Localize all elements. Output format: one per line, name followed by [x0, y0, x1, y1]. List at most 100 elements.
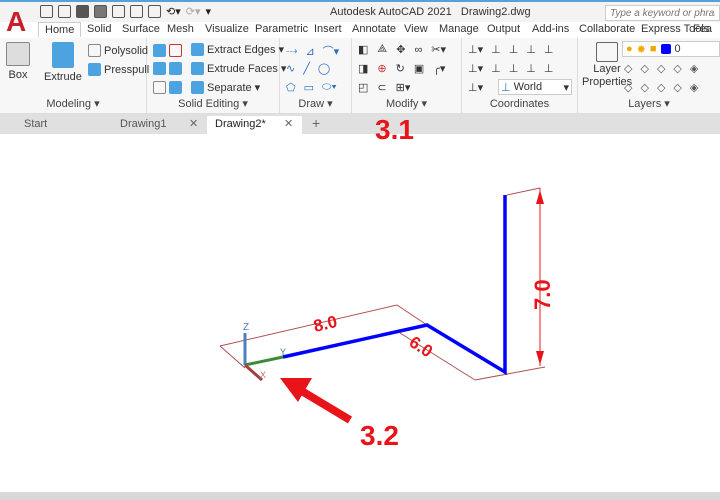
polysolid-button[interactable]: Polysolid: [88, 44, 148, 57]
new-icon[interactable]: [40, 5, 53, 18]
ucs-object-icon[interactable]: ⊥▾: [468, 62, 483, 75]
plot-icon[interactable]: [148, 5, 161, 18]
copy-icon[interactable]: ∞: [414, 44, 422, 56]
step-label-3-1: 3.1: [375, 114, 414, 145]
solid-editing-panel-label[interactable]: Solid Editing ▾: [147, 97, 279, 110]
blue-polyline[interactable]: [282, 195, 507, 376]
tab-add-ins[interactable]: Add-ins: [529, 22, 572, 36]
ucs-world-icon[interactable]: ⊥: [544, 43, 554, 56]
3d-move-icon[interactable]: ⊕: [377, 62, 386, 75]
tab-solid[interactable]: Solid: [84, 22, 114, 36]
move-icon[interactable]: ✥: [396, 43, 405, 56]
modify-panel-label[interactable]: Modify ▾: [352, 97, 461, 110]
customize-icon[interactable]: ▾: [206, 5, 212, 18]
ucs-z-icon[interactable]: ⊥: [526, 62, 536, 75]
layers-panel-label[interactable]: Layers ▾: [578, 97, 720, 110]
open-icon[interactable]: [58, 5, 71, 18]
tab-annotate[interactable]: Annotate: [349, 22, 399, 36]
layer-on-icon[interactable]: ◇: [624, 81, 632, 94]
align-icon[interactable]: ◨: [358, 62, 368, 75]
circle-icon[interactable]: ◯: [318, 62, 330, 75]
offset-icon[interactable]: ⊂: [377, 81, 386, 94]
match-layer-icon[interactable]: ◈: [690, 81, 698, 94]
modeling-panel-label[interactable]: Modeling ▾: [0, 97, 146, 110]
tab-parametric[interactable]: Parametric: [252, 22, 311, 36]
layer-off-icon[interactable]: ◇: [624, 62, 632, 75]
close-icon[interactable]: ✕: [284, 117, 293, 130]
layer-isolate-icon[interactable]: ◇: [640, 62, 648, 75]
share-icon[interactable]: [130, 5, 143, 18]
save-icon[interactable]: [76, 5, 89, 18]
scale-icon[interactable]: ▣: [414, 62, 424, 75]
union-icon[interactable]: [153, 44, 166, 57]
tab-surface[interactable]: Surface: [119, 22, 163, 36]
tab-mesh[interactable]: Mesh: [164, 22, 197, 36]
box-button[interactable]: Box: [6, 42, 30, 81]
tab-home[interactable]: Home: [38, 22, 82, 37]
ellipse-icon[interactable]: ⬭▾: [322, 81, 337, 94]
3d-rotate-icon[interactable]: ⟁: [377, 43, 387, 56]
tab-featured[interactable]: Fea: [693, 22, 712, 36]
presspull-button[interactable]: Presspull: [88, 63, 149, 76]
rectangle-icon[interactable]: ▭: [304, 81, 314, 94]
ucs-3point-icon[interactable]: ⊥: [544, 62, 554, 75]
panel-modify: ◧ ⟁ ✥ ∞ ✂▾ ◨ ⊕ ↻ ▣ ╭▾ ◰ ⊂ ⊞▾ Modify ▾: [352, 38, 462, 114]
ucs-origin-icon[interactable]: ⊥: [509, 43, 519, 56]
tab-visualize[interactable]: Visualize: [202, 22, 252, 36]
interfere-icon[interactable]: [153, 62, 166, 75]
slice-icon[interactable]: [169, 62, 182, 75]
fillet-icon[interactable]: ╭▾: [433, 62, 445, 75]
save-as-icon[interactable]: [94, 5, 107, 18]
subtract-icon[interactable]: [169, 44, 182, 57]
tab-insert[interactable]: Insert: [311, 22, 345, 36]
layer-unlock-icon[interactable]: ◇: [673, 81, 681, 94]
shell-icon[interactable]: [169, 81, 182, 94]
presspull-label: Presspull: [104, 63, 150, 76]
tab-manage[interactable]: Manage: [436, 22, 482, 36]
polygon-icon[interactable]: ⬠: [286, 81, 296, 94]
layer-thaw-icon[interactable]: ◇: [657, 81, 665, 94]
stretch-icon[interactable]: ◰: [358, 81, 368, 94]
ucs-named-icon[interactable]: ⊥: [491, 43, 501, 56]
ucs-previous-icon[interactable]: ⊥: [491, 62, 501, 75]
tab-view[interactable]: View: [401, 22, 431, 36]
array-icon[interactable]: ⊞▾: [396, 81, 411, 94]
3d-polyline-icon[interactable]: ⊿: [305, 45, 314, 58]
ucs-dropdown[interactable]: ⊥ World ▾: [498, 79, 572, 95]
extrude-button[interactable]: Extrude: [44, 42, 82, 83]
trim-icon[interactable]: ✂▾: [431, 43, 446, 56]
arc-icon[interactable]: ⌒▾: [323, 43, 340, 59]
layer-freeze-icon[interactable]: ◇: [657, 62, 665, 75]
layer-unisolate-icon[interactable]: ◇: [640, 81, 648, 94]
mirror-icon[interactable]: ◧: [358, 43, 368, 56]
undo-icon[interactable]: ⟲▾: [166, 5, 181, 18]
draw-panel-label[interactable]: Draw ▾: [280, 97, 351, 110]
spline-icon[interactable]: ∿: [286, 62, 295, 75]
panel-draw: ⤏ ⊿ ⌒▾ ∿ ╱ ◯ ⬠ ▭ ⬭▾ Draw ▾: [280, 38, 352, 114]
close-icon[interactable]: ✕: [189, 117, 198, 130]
polysolid-icon: [88, 44, 101, 57]
tab-output[interactable]: Output: [484, 22, 523, 36]
search-input[interactable]: [605, 5, 720, 21]
publish-icon[interactable]: [112, 5, 125, 18]
file-tab-start[interactable]: Start: [16, 116, 106, 134]
tab-collaborate[interactable]: Collaborate: [576, 22, 638, 36]
ucs-x-icon[interactable]: ⊥: [509, 62, 519, 75]
current-layer-name: 0: [674, 43, 681, 55]
polyline-icon[interactable]: ⤏: [286, 45, 297, 58]
ucs-icon-3[interactable]: ⊥▾: [468, 81, 483, 94]
extract-edges-button[interactable]: Extract Edges ▾: [191, 43, 284, 56]
layer-dropdown[interactable]: ● ✸ ■ 0: [622, 41, 720, 57]
redo-icon[interactable]: ⟳▾: [186, 5, 201, 18]
ucs-view-icon[interactable]: ⊥: [526, 43, 536, 56]
line-icon[interactable]: ╱: [303, 62, 310, 75]
extrude-faces-button[interactable]: Extrude Faces ▾: [191, 62, 286, 75]
rotate-icon[interactable]: ↻: [396, 62, 405, 75]
separate-button[interactable]: Separate ▾: [191, 81, 260, 94]
make-current-icon[interactable]: ◈: [690, 62, 698, 75]
ucs-icon[interactable]: ⊥▾: [468, 43, 483, 56]
new-tab-icon[interactable]: +: [312, 115, 320, 131]
intersect-icon[interactable]: [153, 81, 166, 94]
layer-lock-icon[interactable]: ◇: [673, 62, 681, 75]
ucs-icon: Z Y X: [243, 322, 286, 382]
